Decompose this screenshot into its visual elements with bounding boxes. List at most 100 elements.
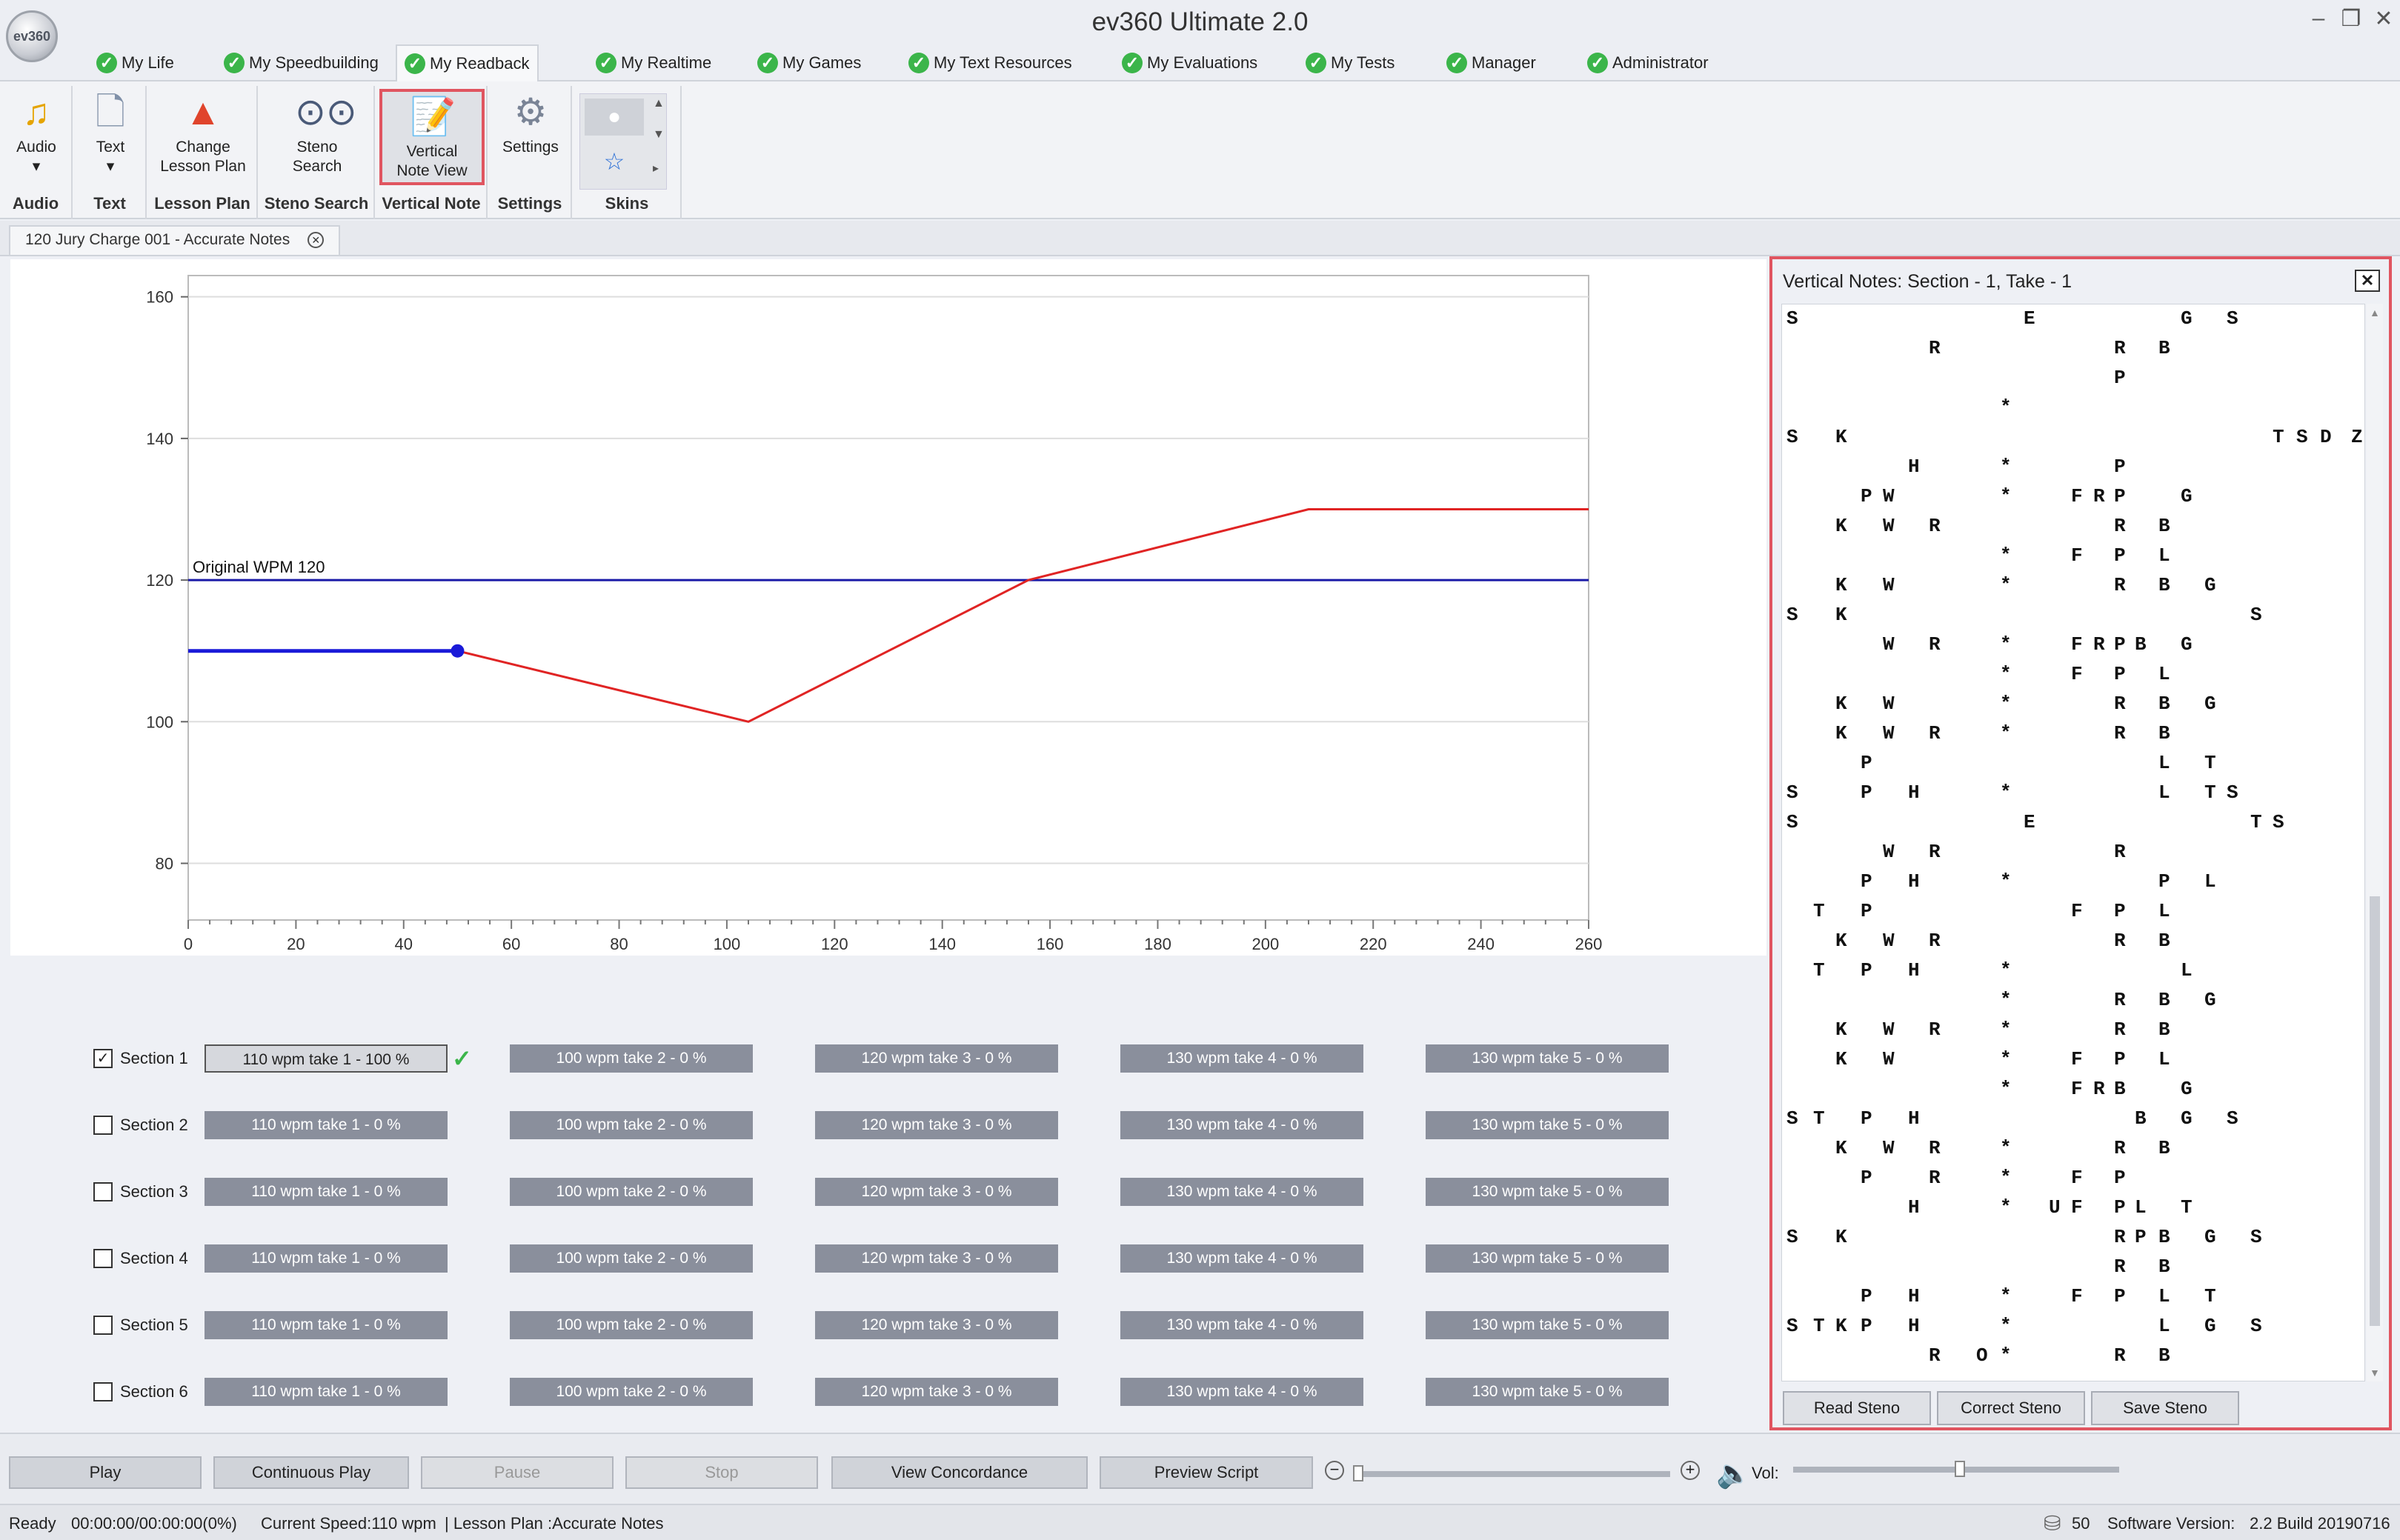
- take-button[interactable]: 130 wpm take 4 - 0 %: [1120, 1244, 1363, 1273]
- steno-stroke-row[interactable]: R O * R B: [1782, 1341, 2364, 1371]
- steno-stroke-row[interactable]: * F P L: [1782, 660, 2364, 690]
- menu-tab-my-life[interactable]: ✓ My Life: [89, 44, 182, 81]
- steno-stroke-row[interactable]: K W * R B G: [1782, 571, 2364, 601]
- change-lesson-plan-button[interactable]: ▲ Change Lesson Plan: [151, 89, 255, 176]
- save-steno-button[interactable]: Save Steno: [2091, 1391, 2239, 1425]
- steno-stroke-row[interactable]: TPFPL: [1782, 897, 2364, 927]
- steno-stroke-row[interactable]: * R B G: [1782, 986, 2364, 1016]
- take-button[interactable]: 130 wpm take 5 - 0 %: [1426, 1378, 1669, 1406]
- take-button[interactable]: 120 wpm take 3 - 0 %: [815, 1111, 1058, 1139]
- steno-stroke-row[interactable]: SKTSDZ: [1782, 423, 2364, 453]
- take-button[interactable]: 130 wpm take 4 - 0 %: [1120, 1111, 1363, 1139]
- steno-stroke-row[interactable]: W R * F R P B G: [1782, 630, 2364, 660]
- read-steno-button[interactable]: Read Steno: [1783, 1391, 1931, 1425]
- steno-stroke-row[interactable]: S K RPB G S: [1782, 1223, 2364, 1253]
- take-button[interactable]: 120 wpm take 3 - 0 %: [815, 1244, 1058, 1273]
- steno-stroke-row[interactable]: T P H * L: [1782, 956, 2364, 986]
- close-icon[interactable]: ✕: [2367, 6, 2400, 32]
- scrollbar-thumb[interactable]: [2370, 896, 2380, 1326]
- gallery-more-icon[interactable]: ▸: [653, 161, 659, 176]
- steno-stroke-row[interactable]: H * P: [1782, 453, 2364, 482]
- menu-tab-manager[interactable]: ✓ Manager: [1439, 44, 1543, 81]
- scroll-up-icon[interactable]: ▲: [2370, 307, 2380, 319]
- gallery-scroll-up-icon[interactable]: ▲: [653, 97, 665, 110]
- pause-button[interactable]: Pause: [421, 1456, 614, 1489]
- volume-slider[interactable]: [1793, 1461, 2119, 1477]
- steno-stroke-row[interactable]: *: [1782, 393, 2364, 423]
- menu-tab-my-evaluations[interactable]: ✓ My Evaluations: [1114, 44, 1265, 81]
- take-button[interactable]: 120 wpm take 3 - 0 %: [815, 1044, 1058, 1073]
- steno-stroke-row[interactable]: K W R * R B: [1782, 1016, 2364, 1045]
- preview-script-button[interactable]: Preview Script: [1100, 1456, 1313, 1489]
- take-button[interactable]: 110 wpm take 1 - 0 %: [205, 1178, 448, 1206]
- document-tab[interactable]: 120 Jury Charge 001 - Accurate Notes ✕: [9, 225, 341, 255]
- menu-tab-my-tests[interactable]: ✓ My Tests: [1298, 44, 1402, 81]
- skin-star-icon[interactable]: ☆: [585, 143, 644, 180]
- steno-stroke-row[interactable]: STPHBGS: [1782, 1104, 2364, 1134]
- steno-stroke-row[interactable]: KWRRB: [1782, 512, 2364, 541]
- section-checkbox[interactable]: [93, 1116, 113, 1135]
- steno-stroke-row[interactable]: * F P L: [1782, 541, 2364, 571]
- notes-scrollbar[interactable]: ▲ ▼: [2367, 304, 2383, 1381]
- steno-stroke-row[interactable]: P H * F P L T: [1782, 1282, 2364, 1312]
- vertical-note-view-button[interactable]: 📝 Vertical Note View: [379, 89, 485, 185]
- speaker-icon[interactable]: 🔈: [1716, 1458, 1751, 1490]
- menu-tab-administrator[interactable]: ✓ Administrator: [1580, 44, 1716, 81]
- steno-stroke-row[interactable]: KWRRB: [1782, 927, 2364, 956]
- audio-button[interactable]: ♫ Audio ▾: [3, 89, 70, 176]
- take-button[interactable]: 100 wpm take 2 - 0 %: [510, 1378, 753, 1406]
- steno-stroke-row[interactable]: P H * P L: [1782, 867, 2364, 897]
- section-checkbox[interactable]: [93, 1316, 113, 1335]
- skin-default-icon[interactable]: ●: [585, 99, 644, 136]
- steno-stroke-row[interactable]: * F R B G: [1782, 1075, 2364, 1104]
- gallery-scroll-down-icon[interactable]: ▼: [653, 128, 665, 141]
- menu-tab-my-speedbuilding[interactable]: ✓ My Speedbuilding: [216, 44, 386, 81]
- take-button[interactable]: 120 wpm take 3 - 0 %: [815, 1311, 1058, 1339]
- steno-stroke-row[interactable]: K W R * R B: [1782, 1134, 2364, 1164]
- view-concordance-button[interactable]: View Concordance: [831, 1456, 1088, 1489]
- take-button[interactable]: 100 wpm take 2 - 0 %: [510, 1178, 753, 1206]
- zoom-in-icon[interactable]: +: [1681, 1461, 1700, 1480]
- steno-stroke-row[interactable]: SKS: [1782, 601, 2364, 630]
- section-checkbox[interactable]: [93, 1182, 113, 1201]
- steno-search-button[interactable]: ⊙⊙ Steno Search: [265, 89, 369, 176]
- play-button[interactable]: Play: [9, 1456, 202, 1489]
- correct-steno-button[interactable]: Correct Steno: [1937, 1391, 2085, 1425]
- take-button[interactable]: 100 wpm take 2 - 0 %: [510, 1244, 753, 1273]
- restore-icon[interactable]: ❐: [2335, 6, 2367, 32]
- steno-stroke-row[interactable]: K W R * R B: [1782, 719, 2364, 749]
- take-button[interactable]: 130 wpm take 4 - 0 %: [1120, 1178, 1363, 1206]
- take-button[interactable]: 130 wpm take 5 - 0 %: [1426, 1111, 1669, 1139]
- steno-stroke-row[interactable]: P R * F P: [1782, 1164, 2364, 1193]
- steno-stroke-row[interactable]: K W * R B G: [1782, 690, 2364, 719]
- steno-stroke-row[interactable]: PLT: [1782, 749, 2364, 779]
- take-button[interactable]: 100 wpm take 2 - 0 %: [510, 1044, 753, 1073]
- settings-button[interactable]: ⚙ Settings: [492, 89, 569, 157]
- steno-stroke-row[interactable]: S T K P H * L G S: [1782, 1312, 2364, 1341]
- steno-stroke-row[interactable]: P: [1782, 364, 2364, 393]
- zoom-out-icon[interactable]: −: [1325, 1461, 1344, 1480]
- close-panel-icon[interactable]: ✕: [2355, 270, 2380, 292]
- take-button[interactable]: 130 wpm take 5 - 0 %: [1426, 1044, 1669, 1073]
- close-tab-icon[interactable]: ✕: [308, 232, 325, 249]
- menu-tab-my-readback[interactable]: ✓ My Readback: [396, 44, 539, 81]
- section-checkbox[interactable]: ✓: [93, 1049, 113, 1068]
- stop-button[interactable]: Stop: [625, 1456, 818, 1489]
- app-logo[interactable]: ev360: [6, 10, 58, 62]
- menu-tab-my-realtime[interactable]: ✓ My Realtime: [588, 44, 719, 81]
- steno-stroke-row[interactable]: SEGS: [1782, 304, 2364, 334]
- take-button[interactable]: 100 wpm take 2 - 0 %: [510, 1311, 753, 1339]
- take-button[interactable]: 120 wpm take 3 - 0 %: [815, 1178, 1058, 1206]
- slider-thumb[interactable]: [1955, 1461, 1965, 1477]
- take-button[interactable]: 130 wpm take 5 - 0 %: [1426, 1178, 1669, 1206]
- steno-notes-list[interactable]: S E G S R R B P * S K T S D Z H * P P W * F R P G K W R R B * F P L K W * R B G…: [1781, 304, 2365, 1381]
- steno-stroke-row[interactable]: WRR: [1782, 838, 2364, 867]
- scroll-down-icon[interactable]: ▼: [2370, 1367, 2380, 1379]
- take-button[interactable]: 130 wpm take 4 - 0 %: [1120, 1311, 1363, 1339]
- steno-stroke-row[interactable]: H * U F P L T: [1782, 1193, 2364, 1223]
- steno-stroke-row[interactable]: P W * F R P G: [1782, 482, 2364, 512]
- steno-stroke-row[interactable]: K W * F P L: [1782, 1045, 2364, 1075]
- menu-tab-my-text-resources[interactable]: ✓ My Text Resources: [901, 44, 1080, 81]
- minimize-icon[interactable]: –: [2302, 6, 2335, 32]
- take-button[interactable]: 130 wpm take 5 - 0 %: [1426, 1311, 1669, 1339]
